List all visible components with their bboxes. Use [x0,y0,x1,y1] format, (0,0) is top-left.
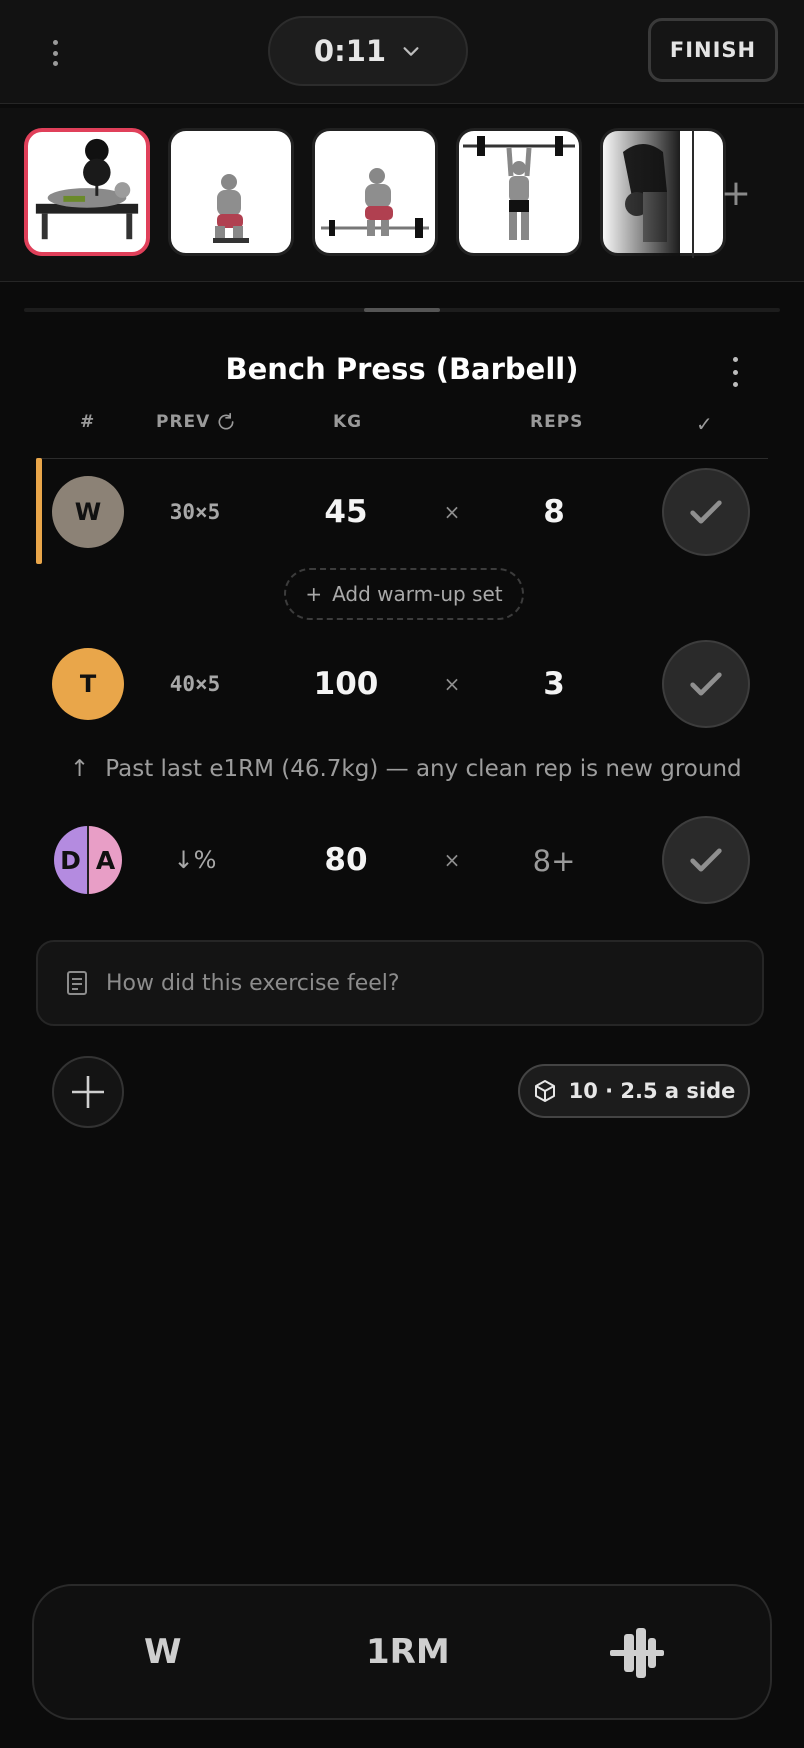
header-set-number: # [80,412,96,432]
exercise-thumb-squat[interactable] [168,128,294,256]
set-complete-button[interactable] [662,816,750,904]
strip-divider [692,130,694,258]
set-badge-warmup[interactable]: W [52,476,124,548]
times-sign: × [443,672,461,696]
badge-drop: D [54,826,89,894]
header-reps: REPS [530,412,584,432]
set-kg-input[interactable]: 80 [296,842,396,878]
set-complete-button[interactable] [662,640,750,728]
exercise-thumb-overhead-press[interactable] [456,128,582,256]
refresh-icon[interactable] [216,412,236,432]
overhead-press-figure-icon [463,136,575,240]
hint-text: Past last e1RM (46.7kg) — any clean rep … [105,756,742,782]
add-exercise-button[interactable]: + [712,168,760,218]
header-prev-label: PREV [156,412,211,432]
add-set-button[interactable] [52,1056,124,1128]
checkmark-icon [690,672,722,696]
warmup-tool-button[interactable]: W [144,1632,182,1672]
e1rm-hint: ↑ Past last e1RM (46.7kg) — any clean re… [70,756,750,782]
note-placeholder: How did this exercise feel? [106,970,400,996]
header-kg: KG [333,412,363,432]
bench-press-figure-icon [35,138,139,240]
checkmark-icon [690,848,722,872]
set-reps-input[interactable]: 3 [504,666,604,702]
times-sign: × [443,500,461,524]
exercise-note-input[interactable]: How did this exercise feel? [36,940,764,1026]
header-prev: PREV [156,412,236,432]
header-divider [36,458,768,459]
set-kg-input[interactable]: 100 [296,666,396,702]
add-warmup-label: Add warm-up set [332,582,503,606]
scroll-thumb[interactable] [364,308,440,312]
exercise-thumb-bench-press[interactable] [24,128,150,256]
deadlift-figure-icon [321,168,429,238]
set-reps-input[interactable]: 8+ [504,844,604,878]
arrow-up-icon: ↑ [70,756,90,782]
one-rep-max-button[interactable]: 1RM [366,1632,450,1672]
exercise-thumb-deadlift[interactable] [312,128,438,256]
timer-value: 0:11 [313,34,387,68]
checkmark-icon [690,500,722,524]
add-warmup-set-button[interactable]: + Add warm-up set [284,568,524,620]
set-prev[interactable]: ↓% [150,846,240,874]
finish-button[interactable]: FINISH [648,18,778,82]
workout-timer[interactable]: 0:11 [268,16,468,86]
set-badge-drop-amrap[interactable]: D A [52,824,124,896]
strip-fade [600,130,680,258]
barbell-plates-icon[interactable] [610,1624,664,1682]
plus-icon [72,1076,104,1108]
set-reps-input[interactable]: 8 [504,494,604,530]
note-icon [67,971,87,995]
set-prev[interactable]: 40×5 [150,672,240,696]
cube-icon [534,1080,555,1102]
plate-text: 10 · 2.5 a side [568,1079,736,1103]
plate-calculator-chip[interactable]: 10 · 2.5 a side [518,1064,750,1118]
exercise-title[interactable]: Bench Press (Barbell) [180,352,624,386]
set-kg-input[interactable]: 45 [296,494,396,530]
chevron-down-icon [403,47,419,56]
badge-amrap: A [89,826,122,894]
plus-icon: + [305,582,323,606]
set-badge-top[interactable]: T [52,648,124,720]
set-complete-button[interactable] [662,468,750,556]
set-prev[interactable]: 30×5 [150,500,240,524]
top-bar: 0:11 FINISH [0,0,804,104]
header-check: ✓ [696,412,714,436]
warmup-row-accent [36,458,42,564]
times-sign: × [443,848,461,872]
more-options-icon[interactable] [40,36,70,70]
exercise-more-icon[interactable] [718,354,752,390]
squat-figure-icon [213,174,249,243]
